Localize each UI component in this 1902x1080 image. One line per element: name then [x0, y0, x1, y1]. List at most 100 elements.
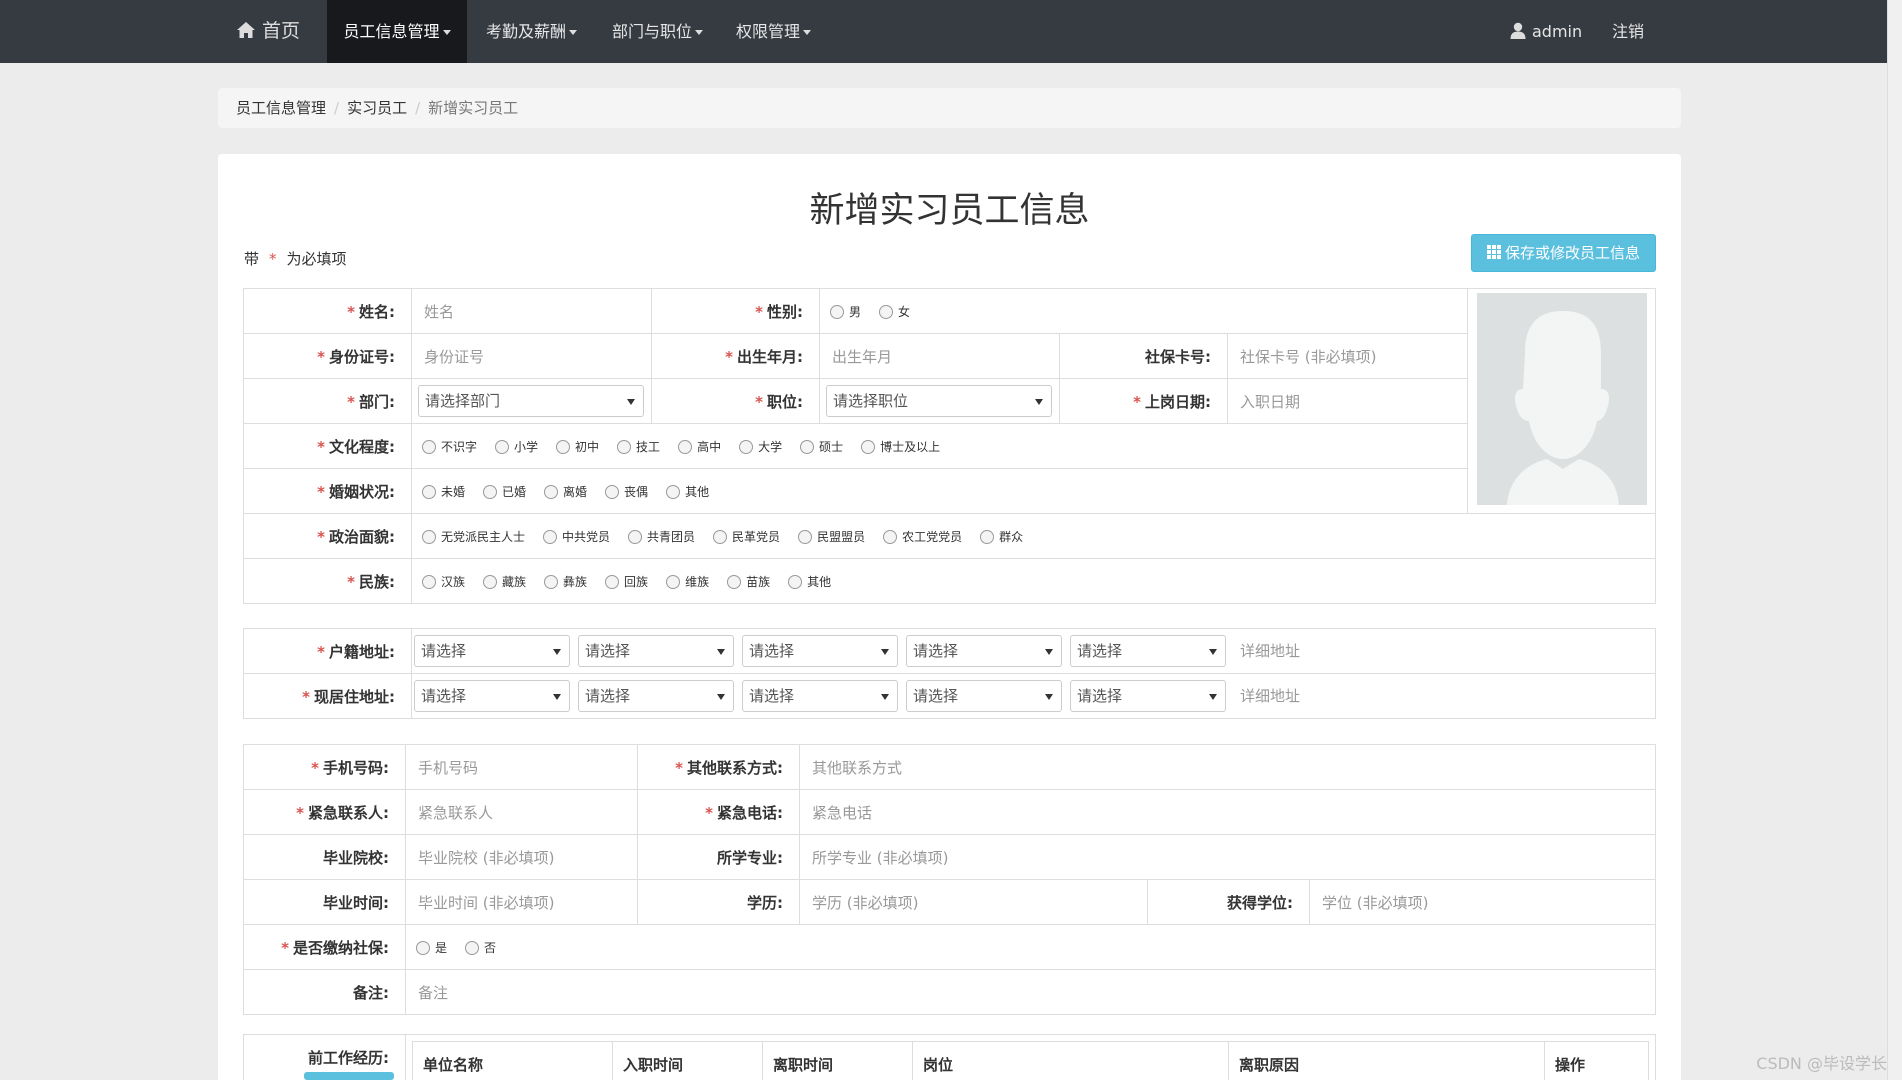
- table-row: * 身份证号: 身份证号 * 出生年月: 出生年月 社保卡号: 社保卡号 (非必填项…: [243, 333, 1656, 379]
- ethnic-radio[interactable]: 其他: [788, 573, 831, 590]
- current-address-label: * 现居住地址:: [243, 673, 412, 719]
- current-detail-input[interactable]: 详细地址: [1234, 685, 1300, 706]
- education-radio[interactable]: 高中: [678, 438, 721, 455]
- current-district-select[interactable]: 请选择: [742, 680, 898, 712]
- marital-radio[interactable]: 未婚: [422, 483, 465, 500]
- degree-input[interactable]: 学位 (非必填项): [1308, 879, 1657, 925]
- birth-input[interactable]: 出生年月: [819, 333, 1060, 379]
- education-radio[interactable]: 小学: [495, 438, 538, 455]
- dept-select[interactable]: 请选择部门: [418, 385, 644, 417]
- political-radio[interactable]: 共青团员: [628, 528, 695, 545]
- gender-radio-male[interactable]: 男: [830, 303, 861, 320]
- education-radio[interactable]: 大学: [739, 438, 782, 455]
- social-ins-radio-no[interactable]: 否: [465, 939, 496, 956]
- major-input[interactable]: 所学专业 (非必填项): [798, 834, 1657, 880]
- current-village-select[interactable]: 请选择: [1070, 680, 1226, 712]
- birth-label: * 出生年月:: [651, 333, 820, 379]
- nav-attendance[interactable]: 考勤及薪酬: [486, 0, 578, 63]
- political-radio[interactable]: 民盟盟员: [798, 528, 865, 545]
- gender-radio-female[interactable]: 女: [879, 303, 910, 320]
- table-row: 毕业院校: 毕业院校 (非必填项) 所学专业: 所学专业 (非必填项): [243, 834, 1657, 880]
- education-radio[interactable]: 博士及以上: [861, 438, 940, 455]
- save-button[interactable]: 保存或修改员工信息: [1471, 234, 1656, 272]
- education-label: * 文化程度:: [243, 423, 412, 469]
- ethnic-radio[interactable]: 维族: [666, 573, 709, 590]
- emergency-person-input[interactable]: 紧急联系人: [405, 789, 638, 835]
- hukou-village-select[interactable]: 请选择: [1070, 635, 1226, 667]
- emergency-phone-label: * 紧急电话:: [637, 789, 800, 835]
- top-navbar: 首页 员工信息管理 考勤及薪酬 部门与职位 权限管理 admin 注销: [0, 0, 1902, 63]
- breadcrumb-item-employee-info[interactable]: 员工信息管理: [236, 99, 326, 117]
- table-row: * 紧急联系人: 紧急联系人 * 紧急电话: 紧急电话: [243, 789, 1657, 835]
- other-contact-input[interactable]: 其他联系方式: [798, 744, 1657, 790]
- table-row: 备注: 备注: [243, 969, 1657, 1015]
- grad-time-input[interactable]: 毕业时间 (非必填项): [405, 879, 638, 925]
- ethnic-radio[interactable]: 苗族: [727, 573, 770, 590]
- political-radio[interactable]: 中共党员: [543, 528, 610, 545]
- breadcrumb-item-intern[interactable]: 实习员工: [347, 99, 407, 117]
- current-province-select[interactable]: 请选择: [414, 680, 570, 712]
- nav-department-label: 部门与职位: [612, 22, 693, 41]
- ethnic-radio[interactable]: 回族: [605, 573, 648, 590]
- marital-radio[interactable]: 丧偶: [605, 483, 648, 500]
- marital-radio[interactable]: 已婚: [483, 483, 526, 500]
- nav-logout[interactable]: 注销: [1612, 0, 1644, 63]
- current-city-select[interactable]: 请选择: [578, 680, 734, 712]
- marital-radio[interactable]: 其他: [666, 483, 709, 500]
- hukou-detail-input[interactable]: 详细地址: [1234, 640, 1300, 661]
- idcard-input[interactable]: 身份证号: [411, 333, 652, 379]
- table-row: * 婚姻状况: 未婚 已婚 离婚 丧偶 其他: [243, 468, 1656, 514]
- marital-radio[interactable]: 离婚: [544, 483, 587, 500]
- user-icon: [1510, 22, 1526, 39]
- work-history-grid: 单位名称 入职时间 离职时间 岗位 离职原因 操作: [412, 1041, 1649, 1080]
- position-select[interactable]: 请选择职位: [826, 385, 1052, 417]
- hukou-town-select[interactable]: 请选择: [906, 635, 1062, 667]
- political-radio[interactable]: 群众: [980, 528, 1023, 545]
- avatar[interactable]: [1476, 293, 1647, 505]
- chevron-down-icon: [803, 30, 812, 35]
- column-header: 操作: [1544, 1041, 1649, 1080]
- phone-input[interactable]: 手机号码: [405, 744, 638, 790]
- edu-input[interactable]: 学历 (非必填项): [799, 879, 1148, 925]
- social-card-input[interactable]: 社保卡号 (非必填项): [1226, 333, 1469, 379]
- hukou-province-select[interactable]: 请选择: [414, 635, 570, 667]
- start-date-input[interactable]: 入职日期: [1226, 378, 1469, 424]
- remark-input[interactable]: 备注: [404, 969, 1657, 1015]
- major-label: 所学专业:: [637, 834, 800, 880]
- social-ins-label: * 是否缴纳社保:: [243, 924, 406, 970]
- education-radio[interactable]: 不识字: [422, 438, 477, 455]
- political-radio[interactable]: 民革党员: [713, 528, 780, 545]
- hukou-city-select[interactable]: 请选择: [578, 635, 734, 667]
- nav-user[interactable]: admin: [1510, 0, 1582, 63]
- education-radio[interactable]: 初中: [556, 438, 599, 455]
- ethnic-radio[interactable]: 彝族: [544, 573, 587, 590]
- emergency-phone-input[interactable]: 紧急电话: [798, 789, 1657, 835]
- nav-permissions[interactable]: 权限管理: [736, 0, 812, 63]
- social-ins-radio-yes[interactable]: 是: [416, 939, 447, 956]
- position-cell: 请选择职位: [819, 378, 1060, 424]
- form-panel: 新增实习员工信息 带 * 为必填项 保存或修改员工信息 * 姓名: 姓名 * 性别: 男…: [218, 154, 1681, 1080]
- basic-info-table: * 姓名: 姓名 * 性别: 男女 * 身份证号: 身份证号 * 出生年月: 出生年月: [243, 288, 1657, 604]
- nav-employee-info[interactable]: 员工信息管理: [327, 0, 467, 63]
- table-row: 毕业时间: 毕业时间 (非必填项) 学历: 学历 (非必填项) 获得学位: 学位…: [243, 879, 1657, 925]
- phone-label: * 手机号码:: [243, 744, 406, 790]
- current-town-select[interactable]: 请选择: [906, 680, 1062, 712]
- start-date-label: * 上岗日期:: [1059, 378, 1228, 424]
- education-radio[interactable]: 硕士: [800, 438, 843, 455]
- scrollbar[interactable]: [1887, 0, 1902, 1080]
- ethnic-radio[interactable]: 藏族: [483, 573, 526, 590]
- hukou-label: * 户籍地址:: [243, 628, 412, 674]
- nav-home-link[interactable]: 首页: [236, 0, 300, 63]
- name-input[interactable]: 姓名: [411, 288, 652, 334]
- political-label: * 政治面貌:: [243, 513, 412, 559]
- contact-table: * 手机号码: 手机号码 * 其他联系方式: 其他联系方式 * 紧急联系人: 紧急联系…: [243, 744, 1657, 1015]
- school-input[interactable]: 毕业院校 (非必填项): [405, 834, 638, 880]
- ethnic-radio[interactable]: 汉族: [422, 573, 465, 590]
- education-radio[interactable]: 技工: [617, 438, 660, 455]
- add-work-history-button[interactable]: [304, 1072, 394, 1080]
- political-radio[interactable]: 农工党党员: [883, 528, 962, 545]
- nav-department[interactable]: 部门与职位: [612, 0, 704, 63]
- table-row: * 部门: 请选择部门 * 职位: 请选择职位 * 上岗日期: 入职日期: [243, 378, 1656, 424]
- hukou-district-select[interactable]: 请选择: [742, 635, 898, 667]
- political-radio[interactable]: 无党派民主人士: [422, 528, 525, 545]
